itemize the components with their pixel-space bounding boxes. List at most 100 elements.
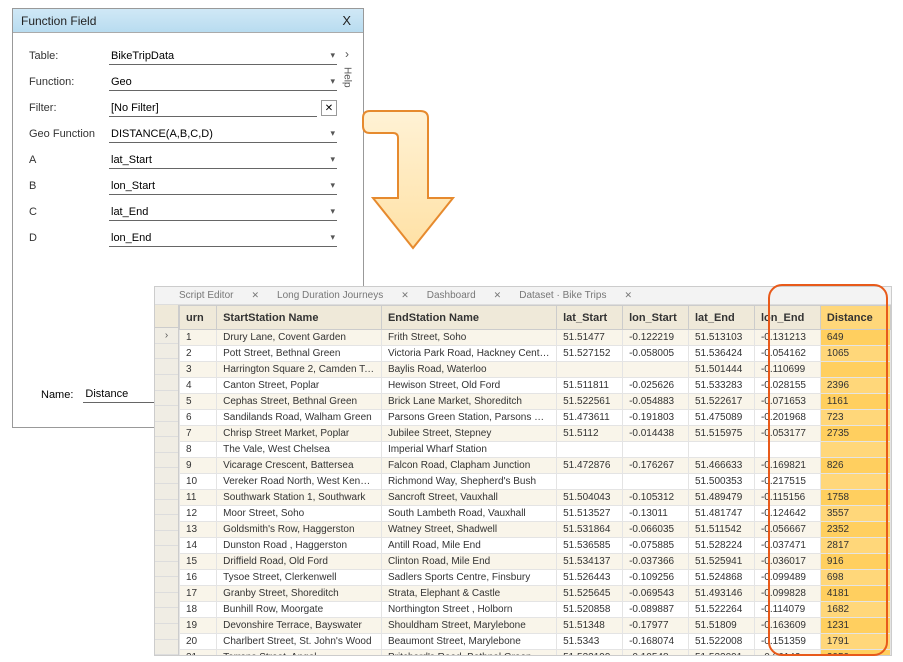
cell-latS[interactable]: 51.5112 — [557, 426, 623, 442]
filter-select[interactable]: [No Filter] — [109, 100, 317, 117]
cell-dist[interactable]: 2735 — [820, 426, 890, 442]
cell-end[interactable]: Watney Street, Shadwell — [381, 522, 556, 538]
table-row[interactable]: 13Goldsmith's Row, HaggerstonWatney Stre… — [180, 522, 891, 538]
cell-lonE[interactable]: -0.028155 — [754, 378, 820, 394]
col-lon-end[interactable]: lon_End — [754, 306, 820, 330]
table-row[interactable]: 11Southwark Station 1, SouthwarkSancroft… — [180, 490, 891, 506]
close-icon[interactable]: ✕ — [494, 290, 502, 301]
cell-dist[interactable]: 2396 — [820, 378, 890, 394]
cell-latE[interactable]: 51.511542 — [689, 522, 755, 538]
cell-latS[interactable]: 51.531864 — [557, 522, 623, 538]
cell-latS[interactable]: 51.472876 — [557, 458, 623, 474]
cell-lonS[interactable]: -0.109256 — [623, 570, 689, 586]
table-row[interactable]: 20Charlbert Street, St. John's WoodBeaum… — [180, 634, 891, 650]
table-row[interactable]: 14Dunston Road , HaggerstonAntill Road, … — [180, 538, 891, 554]
cell-latE[interactable]: 51.515975 — [689, 426, 755, 442]
cell-end[interactable]: Parsons Green Station, Parsons Green — [381, 410, 556, 426]
row-indicator[interactable] — [155, 562, 178, 578]
cell-latS[interactable]: 51.51348 — [557, 618, 623, 634]
cell-start[interactable]: Chrisp Street Market, Poplar — [217, 426, 382, 442]
cell-lonS[interactable]: -0.17977 — [623, 618, 689, 634]
cell-latS[interactable]: 51.526443 — [557, 570, 623, 586]
param-a-select[interactable]: lat_Start▾ — [109, 152, 337, 169]
cell-start[interactable]: Drury Lane, Covent Garden — [217, 330, 382, 346]
cell-end[interactable]: Northington Street , Holborn — [381, 602, 556, 618]
cell-latS[interactable]: 51.513527 — [557, 506, 623, 522]
cell-start[interactable]: Vicarage Crescent, Battersea — [217, 458, 382, 474]
cell-latE[interactable]: 51.533283 — [689, 378, 755, 394]
tab-dataset[interactable]: Dataset · Bike Trips — [515, 290, 610, 301]
col-start[interactable]: StartStation Name — [217, 306, 382, 330]
cell-latS[interactable] — [557, 362, 623, 378]
cell-latE[interactable]: 51.500353 — [689, 474, 755, 490]
tab-long-journeys[interactable]: Long Duration Journeys — [273, 290, 387, 301]
cell-urn[interactable]: 11 — [180, 490, 217, 506]
cell-dist[interactable]: 649 — [820, 330, 890, 346]
tab-script-editor[interactable]: Script Editor — [175, 290, 237, 301]
cell-start[interactable]: Southwark Station 1, Southwark — [217, 490, 382, 506]
cell-end[interactable]: Falcon Road, Clapham Junction — [381, 458, 556, 474]
cell-end[interactable]: Jubilee Street, Stepney — [381, 426, 556, 442]
cell-lonE[interactable]: -0.131213 — [754, 330, 820, 346]
cell-latS[interactable]: 51.527152 — [557, 346, 623, 362]
cell-urn[interactable]: 10 — [180, 474, 217, 490]
cell-dist[interactable]: 723 — [820, 410, 890, 426]
cell-dist[interactable]: 1231 — [820, 618, 890, 634]
cell-urn[interactable]: 12 — [180, 506, 217, 522]
cell-latS[interactable] — [557, 474, 623, 490]
cell-end[interactable]: Frith Street, Soho — [381, 330, 556, 346]
cell-latE[interactable]: 51.536424 — [689, 346, 755, 362]
cell-start[interactable]: Harrington Square 2, Camden Town — [217, 362, 382, 378]
row-indicator[interactable] — [155, 391, 178, 407]
help-button[interactable]: Help — [342, 67, 353, 88]
col-urn[interactable]: urn — [180, 306, 217, 330]
cell-latE[interactable]: 51.524868 — [689, 570, 755, 586]
cell-lonE[interactable]: -0.110699 — [754, 362, 820, 378]
cell-start[interactable]: The Vale, West Chelsea — [217, 442, 382, 458]
cell-lonS[interactable]: -0.122219 — [623, 330, 689, 346]
col-lat-start[interactable]: lat_Start — [557, 306, 623, 330]
cell-urn[interactable]: 3 — [180, 362, 217, 378]
cell-lonE[interactable]: -0.037471 — [754, 538, 820, 554]
cell-end[interactable]: Baylis Road, Waterloo — [381, 362, 556, 378]
cell-latE[interactable]: 51.522008 — [689, 634, 755, 650]
cell-urn[interactable]: 2 — [180, 346, 217, 362]
cell-latS[interactable]: 51.525645 — [557, 586, 623, 602]
cell-latE[interactable]: 51.525941 — [689, 554, 755, 570]
cell-lonE[interactable]: -0.06142 — [754, 650, 820, 656]
row-indicator[interactable] — [155, 640, 178, 656]
table-row[interactable]: 7Chrisp Street Market, PoplarJubilee Str… — [180, 426, 891, 442]
cell-urn[interactable]: 5 — [180, 394, 217, 410]
cell-lonE[interactable]: -0.124642 — [754, 506, 820, 522]
tab-dashboard[interactable]: Dashboard — [423, 290, 480, 301]
cell-urn[interactable]: 17 — [180, 586, 217, 602]
cell-end[interactable]: Pritchard's Road, Bethnal Green — [381, 650, 556, 656]
close-icon[interactable]: X — [338, 13, 355, 28]
cell-end[interactable]: Shouldham Street, Marylebone — [381, 618, 556, 634]
cell-start[interactable]: Tysoe Street, Clerkenwell — [217, 570, 382, 586]
row-indicator[interactable] — [155, 468, 178, 484]
cell-urn[interactable]: 15 — [180, 554, 217, 570]
table-row[interactable]: 19Devonshire Terrace, BayswaterShouldham… — [180, 618, 891, 634]
cell-urn[interactable]: 16 — [180, 570, 217, 586]
param-b-select[interactable]: lon_Start▾ — [109, 178, 337, 195]
cell-start[interactable]: Moor Street, Soho — [217, 506, 382, 522]
cell-start[interactable]: Bunhill Row, Moorgate — [217, 602, 382, 618]
cell-end[interactable]: Antill Road, Mile End — [381, 538, 556, 554]
table-row[interactable]: 4Canton Street, PoplarHewison Street, Ol… — [180, 378, 891, 394]
cell-urn[interactable]: 1 — [180, 330, 217, 346]
cell-latE[interactable]: 51.51809 — [689, 618, 755, 634]
table-row[interactable]: 5Cephas Street, Bethnal GreenBrick Lane … — [180, 394, 891, 410]
cell-latE[interactable]: 51.532091 — [689, 650, 755, 656]
row-indicator[interactable] — [155, 437, 178, 453]
cell-latS[interactable]: 51.536585 — [557, 538, 623, 554]
cell-lonE[interactable]: -0.054162 — [754, 346, 820, 362]
row-indicator[interactable] — [155, 359, 178, 375]
cell-end[interactable]: Richmond Way, Shepherd's Bush — [381, 474, 556, 490]
cell-start[interactable]: Sandilands Road, Walham Green — [217, 410, 382, 426]
cell-urn[interactable]: 19 — [180, 618, 217, 634]
table-row[interactable]: 9Vicarage Crescent, BatterseaFalcon Road… — [180, 458, 891, 474]
table-row[interactable]: 6Sandilands Road, Walham GreenParsons Gr… — [180, 410, 891, 426]
cell-start[interactable]: Granby Street, Shoreditch — [217, 586, 382, 602]
table-row[interactable]: 12Moor Street, SohoSouth Lambeth Road, V… — [180, 506, 891, 522]
